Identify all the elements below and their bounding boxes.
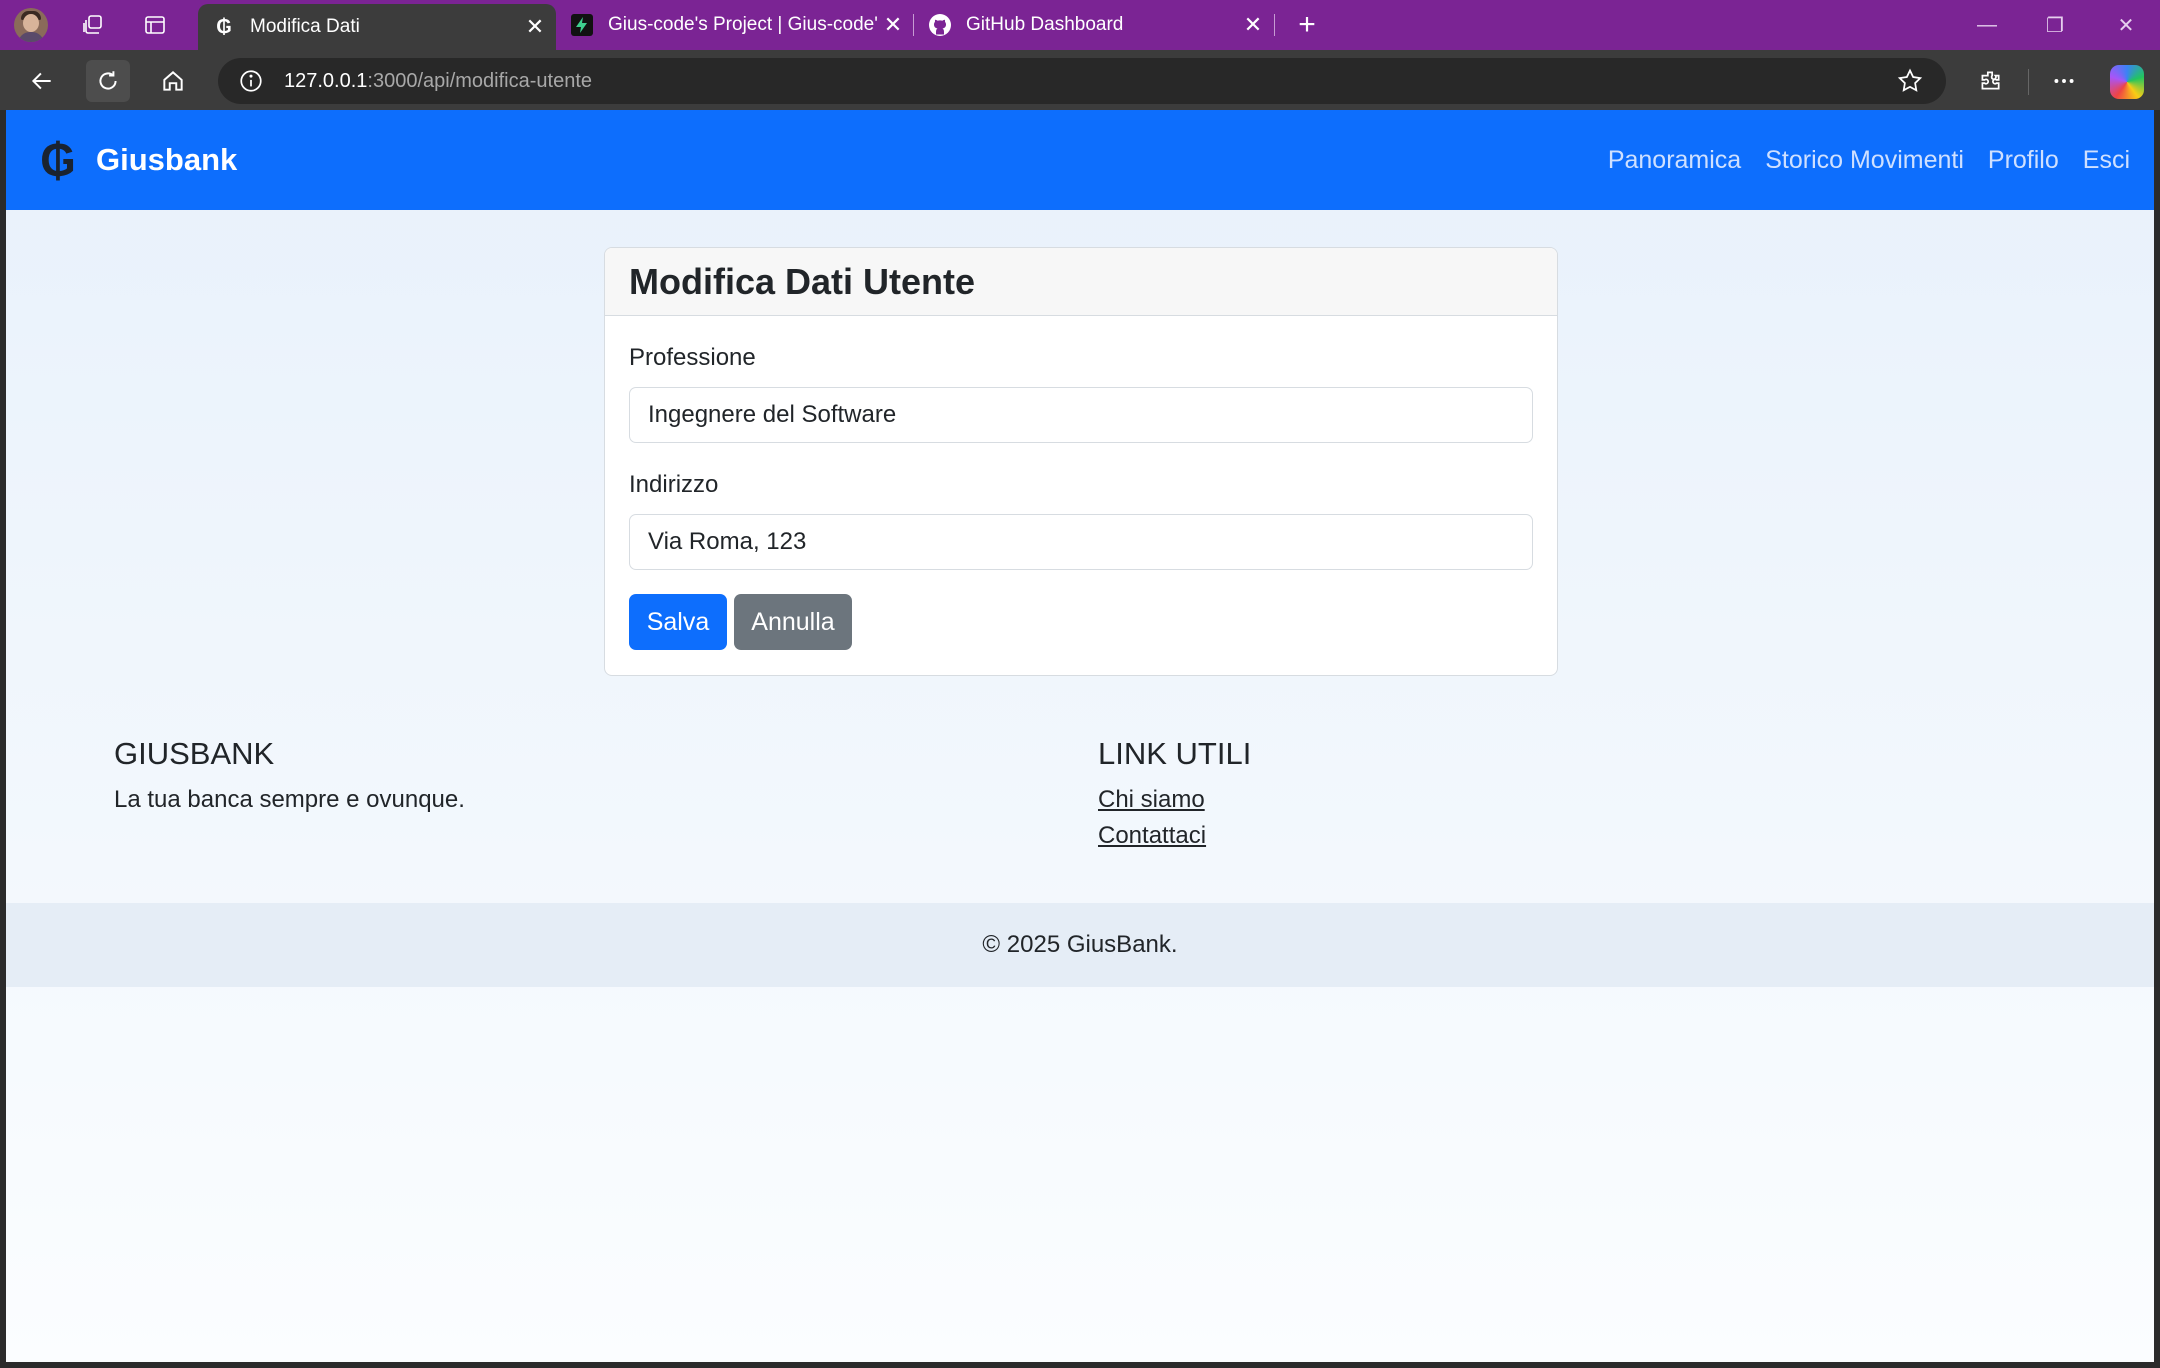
github-favicon-icon [928,13,952,37]
url-text[interactable]: 127.0.0.1:3000/api/modifica-utente [284,70,592,93]
minimize-icon[interactable]: — [1953,0,2021,50]
address-bar[interactable]: 127.0.0.1:3000/api/modifica-utente [218,58,1946,104]
form-actions: Salva Annulla [629,594,1533,650]
nav-link-esci[interactable]: Esci [2083,140,2130,180]
cancel-button[interactable]: Annulla [734,594,852,650]
nav-link-storico-movimenti[interactable]: Storico Movimenti [1765,140,1964,180]
site-navbar: ₲ Giusbank Panoramica Storico Movimenti … [6,110,2154,210]
tab-modifica-dati[interactable]: ₲ Modifica Dati ✕ [198,4,556,50]
footer-links-title: LINK UTILI [1098,736,1252,771]
reload-icon[interactable] [86,60,130,102]
workspaces-icon[interactable] [76,8,110,42]
card-header: Modifica Dati Utente [605,248,1557,316]
profession-label: Professione [629,344,756,371]
address-input[interactable] [629,514,1533,570]
tab-title: GitHub Dashboard [966,14,1124,35]
more-icon[interactable] [2042,60,2086,102]
nav-link-profilo[interactable]: Profilo [1988,140,2059,180]
nav-links: Panoramica Storico Movimenti Profilo Esc… [1608,140,2154,180]
browser-toolbar: 127.0.0.1:3000/api/modifica-utente [0,50,2160,110]
nav-link-panoramica[interactable]: Panoramica [1608,140,1741,180]
tab-title: Modifica Dati [250,16,360,37]
footer-link-contattaci[interactable]: Contattaci [1098,822,1206,850]
profile-avatar[interactable] [14,8,48,42]
giusbank-favicon-icon: ₲ [216,15,232,38]
edit-user-card: Modifica Dati Utente Professione Indiriz… [604,247,1558,676]
page-viewport: ₲ Giusbank Panoramica Storico Movimenti … [6,110,2154,1362]
footer-about-title: GIUSBANK [114,736,275,771]
brand-name[interactable]: Giusbank [96,142,237,178]
restore-icon[interactable]: ❐ [2021,0,2089,50]
save-button[interactable]: Salva [629,594,727,650]
new-tab-button[interactable]: + [1290,8,1324,42]
back-icon[interactable] [20,60,64,102]
tab-title: Gius-code's Project | Gius-code's [608,14,878,35]
tab-separator [1274,14,1275,36]
tab-actions-icon[interactable] [138,8,172,42]
profession-input[interactable] [629,387,1533,443]
copilot-icon[interactable] [2110,65,2144,99]
close-tab-icon[interactable]: ✕ [1238,10,1268,40]
edit-user-form: Professione Indirizzo Salva Annulla [605,316,1557,674]
page-title: Modifica Dati Utente [629,260,976,302]
home-icon[interactable] [151,60,195,102]
address-label: Indirizzo [629,471,719,498]
close-tab-icon[interactable]: ✕ [878,10,908,40]
tab-project[interactable]: Gius-code's Project | Gius-code's ✕ [556,0,914,50]
toolbar-separator [2028,69,2029,95]
extensions-icon[interactable] [1968,60,2012,102]
project-favicon-icon [570,13,594,37]
footer-about-text: La tua banca sempre e ovunque. [114,786,465,813]
close-tab-icon[interactable]: ✕ [520,12,550,42]
favorite-star-icon[interactable] [1896,67,1924,95]
copyright-text: © 2025 GiusBank. [982,931,1178,958]
site-info-icon[interactable] [238,68,264,94]
footer-link-chi-siamo[interactable]: Chi siamo [1098,786,1205,814]
footer-bottom-bar: © 2025 GiusBank. [6,903,2154,987]
guarani-logo-icon[interactable]: ₲ [36,132,80,188]
tab-github[interactable]: GitHub Dashboard ✕ [914,0,1274,50]
browser-tab-bar: ₲ Modifica Dati ✕ Gius-code's Project | … [0,0,2160,50]
close-window-icon[interactable]: ✕ [2092,0,2160,50]
